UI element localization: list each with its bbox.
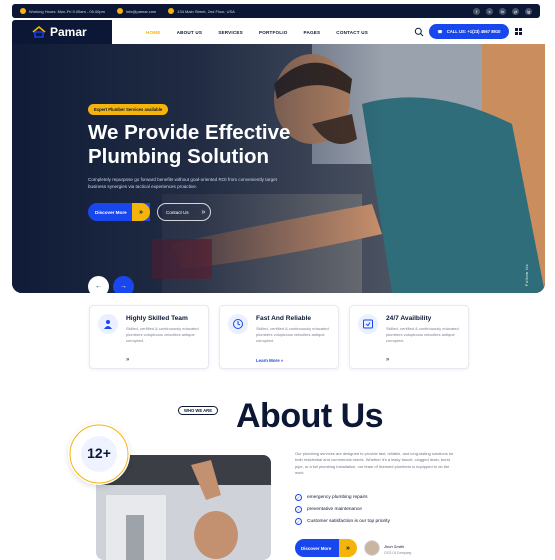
logo-text: Pamar — [50, 25, 87, 39]
card-description: Skilled, certified & continuously educat… — [126, 326, 199, 343]
double-arrow-icon[interactable]: » — [386, 357, 389, 363]
hero-description: Completely repurpose go forward benefits… — [88, 177, 277, 189]
search-icon[interactable] — [414, 27, 424, 37]
card-description: Skilled, certified & continuously educat… — [386, 326, 459, 343]
learn-more-label: Learn More — [256, 358, 280, 363]
double-arrow-icon[interactable]: » — [126, 357, 129, 363]
signature-name: Jhon Smith — [384, 544, 405, 549]
feature-card-fast: Fast And Reliable Skilled, certified & c… — [219, 305, 339, 369]
call-us-label: CALL US: +1(23) 4567 8910 — [446, 29, 501, 34]
nav-item-contact[interactable]: CONTACT US — [336, 30, 368, 35]
call-us-button[interactable]: ☎ CALL US: +1(23) 4567 8910 — [429, 24, 509, 39]
feature-card-team: Highly Skilled Team Skilled, certified &… — [89, 305, 209, 369]
address-info: 134 Main Street, 2nd Floor, USA — [168, 8, 235, 14]
email-text[interactable]: info@pamar.com — [126, 9, 156, 14]
contact-us-label: Contact Us — [166, 209, 189, 215]
experience-number: 12+ — [87, 445, 111, 461]
check-icon: ✓ — [295, 518, 302, 525]
social-links: f x in yt ig — [473, 7, 532, 15]
feature-card-availability: 24/7 Availbility Skilled, certified & co… — [349, 305, 469, 369]
hero-section: Expert Plumber Services available We Pro… — [12, 44, 545, 293]
about-discover-more-button[interactable]: Discover More — [295, 539, 339, 557]
team-icon — [98, 314, 118, 334]
about-discover-more-label: Discover More — [301, 545, 332, 551]
card-title: Fast And Reliable — [256, 315, 312, 322]
check-icon: ✓ — [295, 506, 302, 513]
check-item: ✓ preventative maintenance — [295, 506, 362, 513]
check-item-text: Customer satisfaction is our top priorit… — [307, 519, 390, 524]
about-description: Our plumbing services are designed to pr… — [295, 451, 454, 476]
slider-prev-button[interactable]: ← — [88, 276, 109, 293]
linkedin-icon[interactable]: in — [499, 7, 506, 15]
arrow-right-icon[interactable]: » — [339, 539, 357, 557]
check-item: ✓ Customer satisfaction is our top prior… — [295, 518, 390, 525]
fast-icon — [228, 314, 248, 334]
who-we-are-badge: WHO WE ARE — [178, 406, 218, 415]
slider-next-button[interactable]: → — [113, 276, 134, 293]
discover-more-label: Discover More — [95, 209, 127, 215]
about-title: About Us — [236, 397, 384, 435]
arrow-right-icon[interactable]: » — [196, 204, 211, 220]
email-info[interactable]: info@pamar.com — [116, 8, 156, 14]
top-bar: Working Hours: Mon-Fri 9.00am - 05.00pm … — [12, 4, 540, 18]
arrow-right-icon[interactable]: » — [132, 203, 150, 221]
working-hours-text: Working Hours: Mon-Fri 9.00am - 05.00pm — [29, 8, 105, 14]
x-icon[interactable]: x — [486, 7, 493, 15]
working-hours: Working Hours: Mon-Fri 9.00am - 05.00pm — [20, 8, 105, 14]
check-item-text: preventative maintenance — [307, 507, 362, 512]
follow-us-text: Follow Us — [524, 264, 529, 287]
nav-item-home[interactable]: HOME — [146, 30, 161, 35]
phone-icon: ☎ — [437, 29, 443, 34]
experience-badge: 12+ — [68, 423, 130, 485]
facebook-icon[interactable]: f — [473, 7, 480, 15]
clock-icon — [20, 8, 26, 14]
main-nav: Pamar HOME ABOUT US SERVICES PORTFOLIO P… — [12, 20, 540, 44]
nav-item-portfolio[interactable]: PORTFOLIO — [259, 30, 288, 35]
nav-item-pages[interactable]: PAGES — [304, 30, 321, 35]
check-item: ✓ emergency plumbing repairs — [295, 494, 368, 501]
youtube-icon[interactable]: yt — [512, 7, 519, 15]
check-item-text: emergency plumbing repairs — [307, 495, 368, 500]
clock-icon — [358, 314, 378, 334]
card-description: Skilled, certified & continuously educat… — [256, 326, 329, 343]
card-title: Highly Skilled Team — [126, 315, 188, 322]
nav-item-services[interactable]: SERVICES — [218, 30, 243, 35]
logo[interactable]: Pamar — [12, 20, 112, 44]
nav-item-about[interactable]: ABOUT US — [177, 30, 203, 35]
mail-icon — [116, 8, 123, 14]
hero-title: We Provide Effective Plumbing Solution — [88, 121, 291, 168]
check-icon: ✓ — [295, 494, 302, 501]
hero-badge: Expert Plumber Services available — [88, 104, 169, 115]
house-logo-icon — [32, 26, 46, 38]
address-text: 134 Main Street, 2nd Floor, USA — [177, 8, 235, 14]
location-icon — [168, 8, 175, 14]
signature-role: CEO Of Company — [384, 551, 412, 555]
avatar — [364, 540, 380, 556]
learn-more-link[interactable]: Learn More » — [256, 358, 283, 363]
grid-menu-icon[interactable] — [515, 28, 522, 35]
instagram-icon[interactable]: ig — [525, 7, 532, 15]
card-title: 24/7 Availbility — [386, 315, 432, 322]
nav-menu: HOME ABOUT US SERVICES PORTFOLIO PAGES C… — [146, 20, 368, 44]
